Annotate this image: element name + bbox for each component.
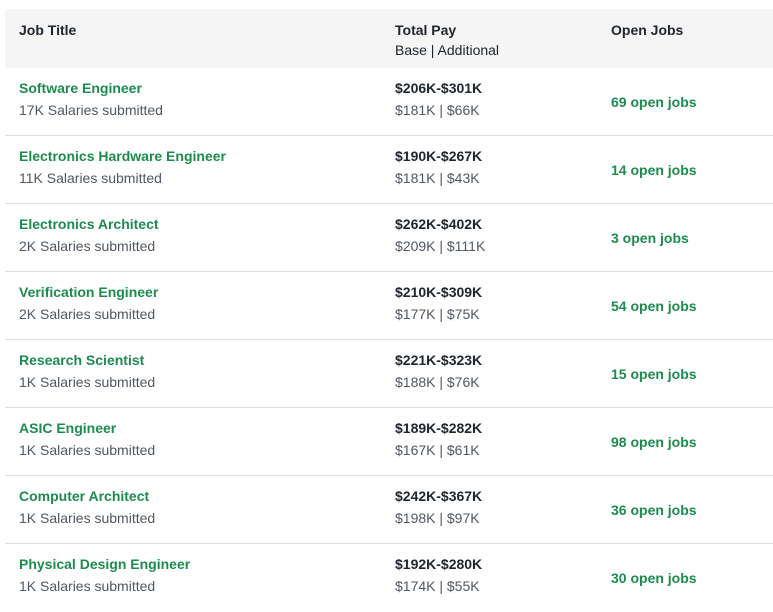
open-jobs-cell: 30 open jobs [597, 544, 773, 612]
job-title-cell: Software Engineer 17K Salaries submitted [5, 68, 381, 135]
pay-range: $242K-$367K [395, 488, 483, 504]
open-jobs-cell: 3 open jobs [597, 204, 773, 271]
table-row: Electronics Hardware Engineer 11K Salari… [5, 136, 773, 204]
header-total-pay-sub: Base | Additional [395, 42, 500, 58]
header-total-pay: Total Pay [395, 22, 457, 38]
table-row: ASIC Engineer 1K Salaries submitted $189… [5, 408, 773, 476]
total-pay-cell: $221K-$323K $188K | $76K [381, 340, 597, 407]
table-row: Software Engineer 17K Salaries submitted… [5, 68, 773, 136]
pay-breakdown: $177K | $75K [395, 306, 480, 322]
job-title-link[interactable]: Verification Engineer [19, 284, 381, 300]
pay-breakdown: $167K | $61K [395, 442, 480, 458]
table-row: Computer Architect 1K Salaries submitted… [5, 476, 773, 544]
pay-breakdown: $188K | $76K [395, 374, 480, 390]
job-title-cell: ASIC Engineer 1K Salaries submitted [5, 408, 381, 475]
open-jobs-cell: 69 open jobs [597, 68, 773, 135]
open-jobs-link[interactable]: 98 open jobs [611, 434, 697, 450]
pay-range: $192K-$280K [395, 556, 483, 572]
job-title-cell: Physical Design Engineer 1K Salaries sub… [5, 544, 381, 612]
salaries-submitted: 1K Salaries submitted [19, 578, 156, 594]
open-jobs-link[interactable]: 36 open jobs [611, 502, 697, 518]
header-job-title: Job Title [19, 22, 77, 38]
job-title-cell: Electronics Hardware Engineer 11K Salari… [5, 136, 381, 203]
table-row: Physical Design Engineer 1K Salaries sub… [5, 544, 773, 612]
open-jobs-link[interactable]: 30 open jobs [611, 570, 697, 586]
job-title-cell: Electronics Architect 2K Salaries submit… [5, 204, 381, 271]
pay-breakdown: $174K | $55K [395, 578, 480, 594]
job-title-cell: Research Scientist 1K Salaries submitted [5, 340, 381, 407]
open-jobs-cell: 98 open jobs [597, 408, 773, 475]
open-jobs-cell: 14 open jobs [597, 136, 773, 203]
job-title-cell: Verification Engineer 2K Salaries submit… [5, 272, 381, 339]
header-job-title-cell: Job Title [5, 9, 381, 68]
salaries-submitted: 1K Salaries submitted [19, 442, 156, 458]
job-title-link[interactable]: Electronics Architect [19, 216, 381, 232]
open-jobs-link[interactable]: 14 open jobs [611, 162, 697, 178]
job-title-link[interactable]: Research Scientist [19, 352, 381, 368]
salaries-submitted: 2K Salaries submitted [19, 238, 156, 254]
pay-range: $210K-$309K [395, 284, 483, 300]
pay-range: $262K-$402K [395, 216, 483, 232]
pay-breakdown: $209K | $111K [395, 238, 486, 254]
job-title-link[interactable]: Computer Architect [19, 488, 381, 504]
total-pay-cell: $192K-$280K $174K | $55K [381, 544, 597, 612]
pay-breakdown: $181K | $66K [395, 102, 480, 118]
total-pay-cell: $206K-$301K $181K | $66K [381, 68, 597, 135]
total-pay-cell: $242K-$367K $198K | $97K [381, 476, 597, 543]
table-row: Electronics Architect 2K Salaries submit… [5, 204, 773, 272]
pay-breakdown: $198K | $97K [395, 510, 480, 526]
header-total-pay-cell: Total Pay Base | Additional [381, 9, 597, 68]
job-title-cell: Computer Architect 1K Salaries submitted [5, 476, 381, 543]
open-jobs-link[interactable]: 54 open jobs [611, 298, 697, 314]
open-jobs-link[interactable]: 3 open jobs [611, 230, 689, 246]
salary-table: Job Title Total Pay Base | Additional Op… [5, 9, 773, 612]
pay-range: $189K-$282K [395, 420, 483, 436]
salaries-submitted: 2K Salaries submitted [19, 306, 156, 322]
salaries-submitted: 1K Salaries submitted [19, 374, 156, 390]
job-title-link[interactable]: Software Engineer [19, 80, 381, 96]
job-title-link[interactable]: Electronics Hardware Engineer [19, 148, 381, 164]
open-jobs-link[interactable]: 69 open jobs [611, 94, 697, 110]
job-title-link[interactable]: ASIC Engineer [19, 420, 381, 436]
total-pay-cell: $190K-$267K $181K | $43K [381, 136, 597, 203]
pay-range: $206K-$301K [395, 80, 483, 96]
table-row: Research Scientist 1K Salaries submitted… [5, 340, 773, 408]
pay-range: $221K-$323K [395, 352, 483, 368]
pay-range: $190K-$267K [395, 148, 483, 164]
header-open-jobs: Open Jobs [611, 22, 684, 38]
table-row: Verification Engineer 2K Salaries submit… [5, 272, 773, 340]
salaries-submitted: 17K Salaries submitted [19, 102, 163, 118]
total-pay-cell: $189K-$282K $167K | $61K [381, 408, 597, 475]
open-jobs-cell: 36 open jobs [597, 476, 773, 543]
pay-breakdown: $181K | $43K [395, 170, 480, 186]
open-jobs-link[interactable]: 15 open jobs [611, 366, 697, 382]
table-header: Job Title Total Pay Base | Additional Op… [5, 9, 773, 68]
salaries-submitted: 1K Salaries submitted [19, 510, 156, 526]
job-title-link[interactable]: Physical Design Engineer [19, 556, 381, 572]
open-jobs-cell: 54 open jobs [597, 272, 773, 339]
salaries-submitted: 11K Salaries submitted [19, 170, 162, 186]
header-open-jobs-cell: Open Jobs [597, 9, 773, 68]
total-pay-cell: $210K-$309K $177K | $75K [381, 272, 597, 339]
open-jobs-cell: 15 open jobs [597, 340, 773, 407]
total-pay-cell: $262K-$402K $209K | $111K [381, 204, 597, 271]
